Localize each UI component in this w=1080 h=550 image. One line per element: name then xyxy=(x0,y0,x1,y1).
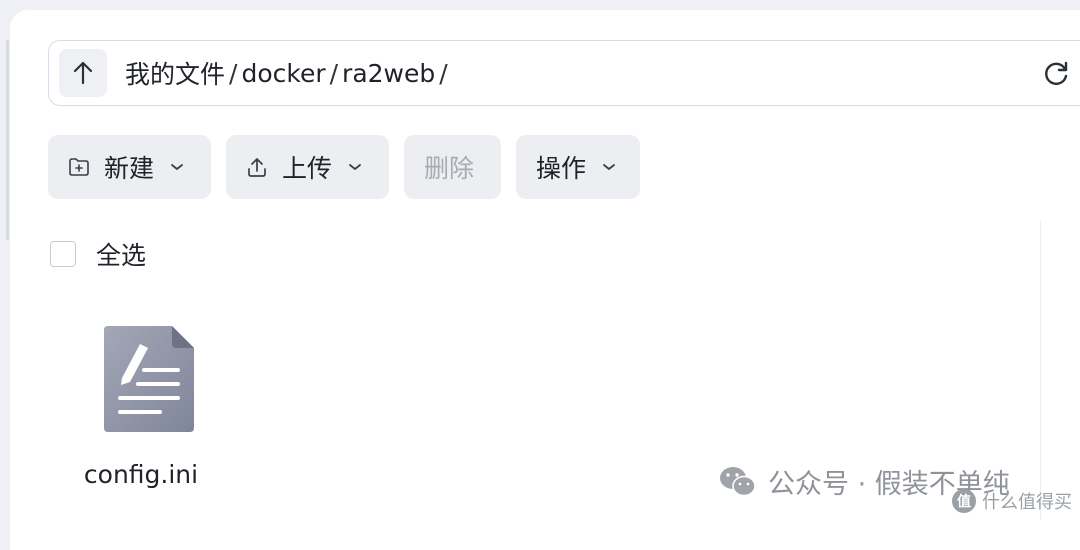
content-divider xyxy=(1040,220,1041,520)
select-all[interactable]: 全选 xyxy=(50,236,146,272)
toolbar: 新建 上传 删除 操作 xyxy=(48,135,640,199)
breadcrumb-separator: / xyxy=(439,58,448,88)
upload-icon xyxy=(246,156,268,178)
delete-button[interactable]: 删除 xyxy=(404,135,501,199)
breadcrumb-item-my-files[interactable]: 我的文件 xyxy=(125,55,225,91)
chevron-down-icon xyxy=(170,162,184,172)
select-all-checkbox[interactable] xyxy=(50,241,76,267)
upload-button[interactable]: 上传 xyxy=(226,135,389,199)
go-up-button[interactable] xyxy=(59,49,107,97)
delete-button-label: 删除 xyxy=(424,154,475,183)
refresh-button[interactable] xyxy=(1039,57,1073,91)
chevron-down-icon xyxy=(602,162,616,172)
wechat-icon xyxy=(718,465,758,499)
select-all-label: 全选 xyxy=(96,241,147,270)
breadcrumb-item-ra2web[interactable]: ra2web xyxy=(342,59,435,88)
path-bar: 我的文件 / docker / ra2web / xyxy=(48,40,1080,106)
sidebar-scrollbar[interactable] xyxy=(6,40,9,240)
file-name: config.ini xyxy=(83,460,199,489)
new-folder-icon xyxy=(68,157,90,177)
breadcrumb-item-docker[interactable]: docker xyxy=(241,59,325,88)
actions-button[interactable]: 操作 xyxy=(516,135,640,199)
file-item[interactable]: config.ini xyxy=(78,322,208,489)
breadcrumb: 我的文件 / docker / ra2web / xyxy=(125,55,452,91)
site-logo-icon: 值 xyxy=(952,489,976,513)
breadcrumb-separator: / xyxy=(329,58,339,88)
chevron-down-icon xyxy=(348,162,362,172)
upload-button-label: 上传 xyxy=(282,154,333,183)
site-watermark: 值 什么值得买 xyxy=(952,488,1072,514)
refresh-icon xyxy=(1045,61,1068,85)
text-file-icon xyxy=(104,326,194,432)
new-button[interactable]: 新建 xyxy=(48,135,211,199)
site-watermark-text: 什么值得买 xyxy=(982,492,1072,513)
actions-button-label: 操作 xyxy=(536,154,587,183)
breadcrumb-separator: / xyxy=(229,58,238,88)
new-button-label: 新建 xyxy=(104,154,155,183)
arrow-up-icon xyxy=(73,61,93,85)
